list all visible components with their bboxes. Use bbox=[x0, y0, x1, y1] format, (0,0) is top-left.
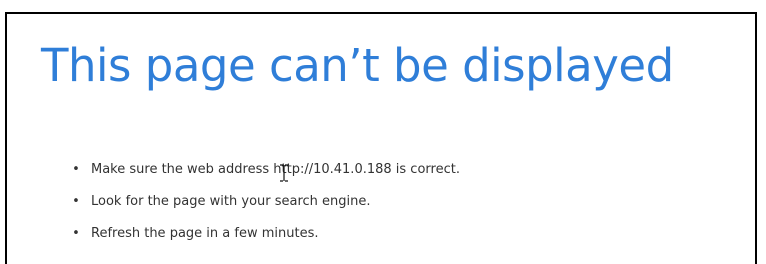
tip-text: Make sure the web address http://10.41.0… bbox=[91, 162, 460, 177]
tips-list: • Make sure the web address http://10.41… bbox=[71, 154, 460, 250]
tip-text: Look for the page with your search engin… bbox=[91, 194, 371, 209]
bullet-icon: • bbox=[72, 226, 80, 241]
list-item: • Make sure the web address http://10.41… bbox=[71, 154, 460, 186]
bullet-icon: • bbox=[72, 162, 80, 177]
list-item: • Look for the page with your search eng… bbox=[71, 186, 460, 218]
list-item: • Refresh the page in a few minutes. bbox=[71, 218, 460, 250]
page-title: This page can’t be displayed bbox=[41, 39, 674, 92]
page-frame: This page can’t be displayed • Make sure… bbox=[5, 12, 757, 264]
text-cursor-icon bbox=[280, 164, 288, 182]
bullet-icon: • bbox=[72, 194, 80, 209]
tip-text: Refresh the page in a few minutes. bbox=[91, 226, 319, 241]
